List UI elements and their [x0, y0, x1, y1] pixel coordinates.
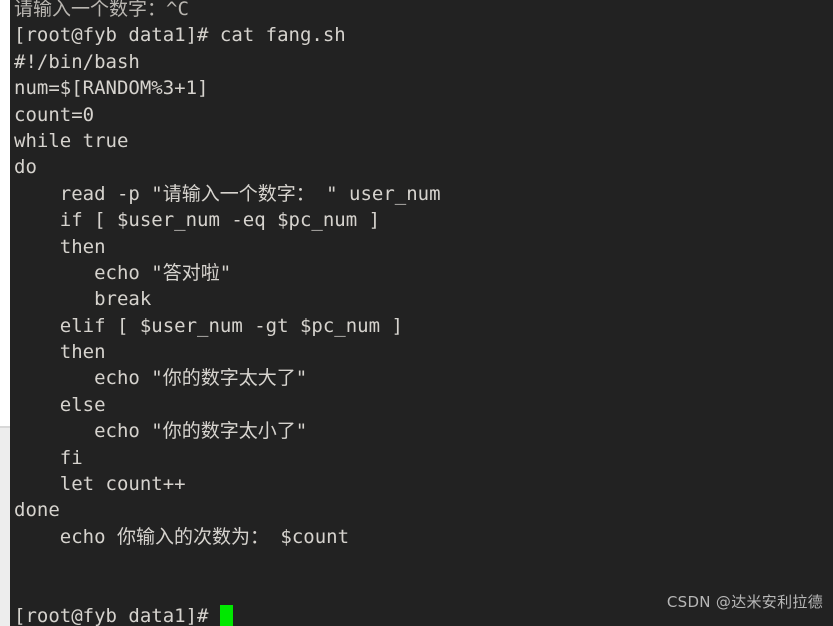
terminal-line: then: [14, 341, 106, 364]
terminal-line: done: [14, 499, 60, 522]
terminal-line: read -p "请输入一个数字： " user_num: [14, 182, 441, 205]
csdn-watermark: CSDN @达米安利拉德: [666, 593, 823, 611]
shell-prompt-text: [root@fyb data1]#: [14, 604, 220, 626]
terminal-line: while true: [14, 129, 129, 152]
terminal-line: echo "你的数字太小了": [14, 420, 308, 443]
terminal-line: if [ $user_num -eq $pc_num ]: [14, 209, 381, 232]
terminal-line: num=$[RANDOM%3+1]: [14, 77, 209, 100]
terminal-line: count=0: [14, 103, 95, 126]
terminal-line: break: [14, 288, 152, 311]
terminal-line: echo 你输入的次数为： $count: [14, 525, 350, 548]
left-margin-upper: [0, 0, 10, 428]
terminal-line: [root@fyb data1]# cat fang.sh: [14, 24, 346, 47]
terminal-line: 请输入一个数字：^C: [14, 0, 189, 20]
terminal-window[interactable]: 请输入一个数字：^C [root@fyb data1]# cat fang.sh…: [10, 0, 833, 626]
terminal-line: echo "答对啦": [14, 261, 232, 284]
terminal-line: elif [ $user_num -gt $pc_num ]: [14, 314, 403, 337]
terminal-line: #!/bin/bash: [14, 50, 140, 73]
block-cursor: [219, 604, 233, 626]
terminal-line: echo "你的数字太大了": [14, 367, 308, 390]
terminal-line: else: [14, 393, 106, 416]
terminal-line: do: [14, 156, 37, 179]
terminal-screen: 请输入一个数字：^C [root@fyb data1]# cat fang.sh…: [10, 0, 833, 626]
terminal-line: fi: [14, 446, 83, 469]
left-margin-lower: [0, 428, 10, 626]
terminal-line: let count++: [14, 473, 186, 496]
terminal-line: then: [14, 235, 106, 258]
